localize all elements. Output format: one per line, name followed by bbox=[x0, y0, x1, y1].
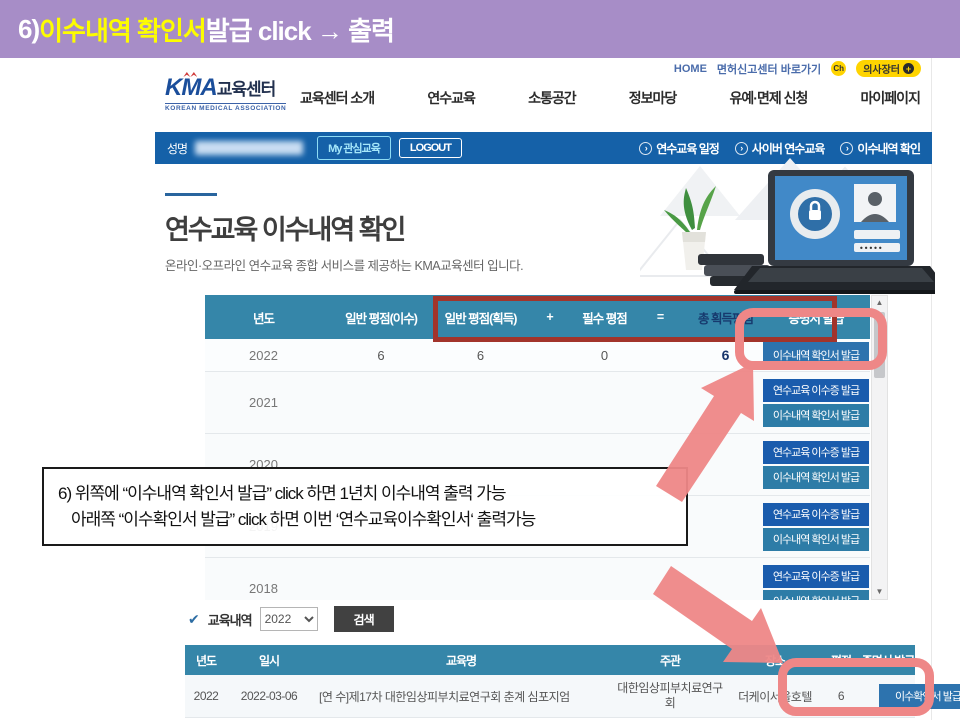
course-certificate-issue-button[interactable]: 연수교육 이수증 발급 bbox=[763, 565, 869, 588]
summary-row-2018: 2018 연수교육 이수증 발급 이수내역 확인서 발급 bbox=[205, 558, 870, 600]
required-cell: 0 bbox=[578, 348, 631, 363]
annotation-box: 6) 위쪽에 “이수내역 확인서 발급” click 하면 1년치 이수내역 출… bbox=[42, 467, 688, 546]
quick-link-completion[interactable]: › 이수내역 확인 bbox=[840, 140, 920, 157]
quick-link-completion-label: 이수내역 확인 bbox=[857, 140, 920, 157]
chevron-circle-icon: › bbox=[840, 142, 853, 155]
history-confirmation-issue-button[interactable]: 이수내역 확인서 발급 bbox=[763, 528, 869, 551]
home-link[interactable]: HOME bbox=[674, 63, 707, 75]
my-favorites-button[interactable]: My 관심교육 bbox=[317, 136, 391, 160]
summary-row-2021: 2021 연수교육 이수증 발급 이수내역 확인서 발급 bbox=[205, 372, 870, 434]
top-button-highlight bbox=[735, 308, 887, 370]
doctor-market-label: 의사장터 bbox=[863, 61, 900, 76]
completed-cell: 6 bbox=[322, 348, 440, 363]
logo-m: M bbox=[181, 74, 200, 101]
course-name-cell: [연 수]제17차 대한임상피부치료연구회 춘계 심포지엄 bbox=[311, 688, 611, 705]
annotation-line-1: 6) 위쪽에 “이수내역 확인서 발급” click 하면 1년치 이수내역 출… bbox=[58, 481, 672, 507]
main-nav: 교육센터 소개 연수교육 소통공간 정보마당 유예·면제 신청 마이페이지 bbox=[300, 88, 920, 108]
logout-button[interactable]: LOGOUT bbox=[399, 138, 462, 158]
year-cell: 2018 bbox=[205, 581, 322, 596]
slide-title-suffix: 발급 click → 출력 bbox=[206, 11, 394, 48]
date-cell: 2022-03-06 bbox=[227, 689, 311, 703]
user-name-redacted bbox=[195, 141, 303, 155]
svg-text:•••••: ••••• bbox=[859, 244, 883, 253]
kma-logo[interactable]: KMA교육센터 KOREAN MEDICAL ASSOCIATION bbox=[165, 76, 286, 112]
education-filter-row: ✔ 교육내역 2022 검색 bbox=[188, 606, 394, 632]
nav-item-about[interactable]: 교육센터 소개 bbox=[300, 88, 374, 108]
website-frame: HOME 면허신고센터 바로가기 Ch 의사장터 + KMA교육센터 KOREA… bbox=[140, 58, 932, 720]
course-certificate-issue-button[interactable]: 연수교육 이수증 발급 bbox=[763, 441, 869, 464]
bottom-button-highlight bbox=[778, 658, 934, 716]
scroll-up-icon[interactable]: ▲ bbox=[876, 296, 884, 310]
course-certificate-issue-button[interactable]: 연수교육 이수증 발급 bbox=[763, 379, 869, 402]
nav-item-training[interactable]: 연수교육 bbox=[427, 88, 475, 108]
channel-badge-icon[interactable]: Ch bbox=[831, 61, 846, 76]
scroll-down-icon[interactable]: ▼ bbox=[876, 585, 884, 599]
col-year: 년도 bbox=[205, 308, 322, 327]
laptop-illustration: ••••• bbox=[640, 158, 935, 298]
logo-org-name: KOREAN MEDICAL ASSOCIATION bbox=[165, 103, 286, 112]
logo-a: A bbox=[200, 74, 216, 101]
license-center-link[interactable]: 면허신고센터 바로가기 bbox=[717, 61, 821, 77]
slide-title-bar: 6) 이수내역 확인서 발급 click → 출력 bbox=[0, 0, 960, 58]
logo-korean: 교육센터 bbox=[217, 80, 276, 99]
organizer-cell: 대한임상피부치료연구회 bbox=[611, 681, 729, 711]
page-title-block: 연수교육 이수내역 확인 온라인·오프라인 연수교육 종합 서비스를 제공하는 … bbox=[165, 193, 523, 274]
filter-label: 교육내역 bbox=[208, 610, 252, 629]
col-date: 일시 bbox=[227, 652, 311, 669]
quick-link-cyber[interactable]: › 사이버 연수교육 bbox=[735, 140, 825, 157]
page-subtitle: 온라인·오프라인 연수교육 종합 서비스를 제공하는 KMA교육센터 입니다. bbox=[165, 255, 523, 274]
history-confirmation-issue-button[interactable]: 이수내역 확인서 발급 bbox=[763, 590, 869, 601]
logo-k: K bbox=[165, 74, 181, 101]
slide-title-prefix: 6) bbox=[18, 14, 39, 45]
year-select[interactable]: 2022 bbox=[260, 607, 318, 631]
nav-item-deferral[interactable]: 유예·면제 신청 bbox=[730, 88, 808, 108]
col-course: 교육명 bbox=[311, 652, 611, 669]
chevron-circle-icon: › bbox=[735, 142, 748, 155]
annotation-line-2: 아래쪽 “이수확인서 발급” click 하면 이번 ‘연수교육이수확인서‘ 출… bbox=[58, 507, 672, 533]
history-confirmation-issue-button[interactable]: 이수내역 확인서 발급 bbox=[763, 466, 869, 489]
search-button[interactable]: 검색 bbox=[334, 606, 394, 632]
slide-canvas: 6) 이수내역 확인서 발급 click → 출력 HOME 면허신고센터 바로… bbox=[0, 0, 960, 720]
check-icon: ✔ bbox=[188, 611, 200, 628]
year-cell: 2022 bbox=[185, 689, 227, 703]
year-cell: 2021 bbox=[205, 395, 322, 410]
nav-item-info[interactable]: 정보마당 bbox=[629, 88, 677, 108]
quick-link-schedule-label: 연수교육 일정 bbox=[656, 140, 719, 157]
page-title: 연수교육 이수내역 확인 bbox=[165, 208, 523, 247]
slide-title-highlight: 이수내역 확인서 bbox=[39, 11, 206, 48]
col-year: 년도 bbox=[185, 652, 227, 669]
utility-bar: HOME 면허신고센터 바로가기 Ch 의사장터 + bbox=[674, 60, 921, 77]
title-accent-line bbox=[165, 193, 217, 196]
history-confirmation-issue-button[interactable]: 이수내역 확인서 발급 bbox=[763, 404, 869, 427]
col-organizer: 주관 bbox=[611, 652, 729, 669]
quick-links: › 연수교육 일정 › 사이버 연수교육 › 이수내역 확인 bbox=[639, 140, 920, 157]
chevron-circle-icon: › bbox=[639, 142, 652, 155]
quick-link-cyber-label: 사이버 연수교육 bbox=[752, 140, 825, 157]
nav-item-communication[interactable]: 소통공간 bbox=[528, 88, 576, 108]
course-certificate-issue-button[interactable]: 연수교육 이수증 발급 bbox=[763, 503, 869, 526]
earned-cell: 6 bbox=[440, 348, 521, 363]
plus-icon: + bbox=[903, 63, 914, 74]
name-label: 성명 bbox=[167, 140, 187, 157]
quick-link-schedule[interactable]: › 연수교육 일정 bbox=[639, 140, 719, 157]
col-completed: 일반 평점(이수) bbox=[322, 308, 440, 327]
year-cell: 2022 bbox=[205, 348, 322, 363]
doctor-market-badge[interactable]: 의사장터 + bbox=[856, 60, 921, 77]
nav-item-mypage[interactable]: 마이페이지 bbox=[861, 88, 920, 108]
